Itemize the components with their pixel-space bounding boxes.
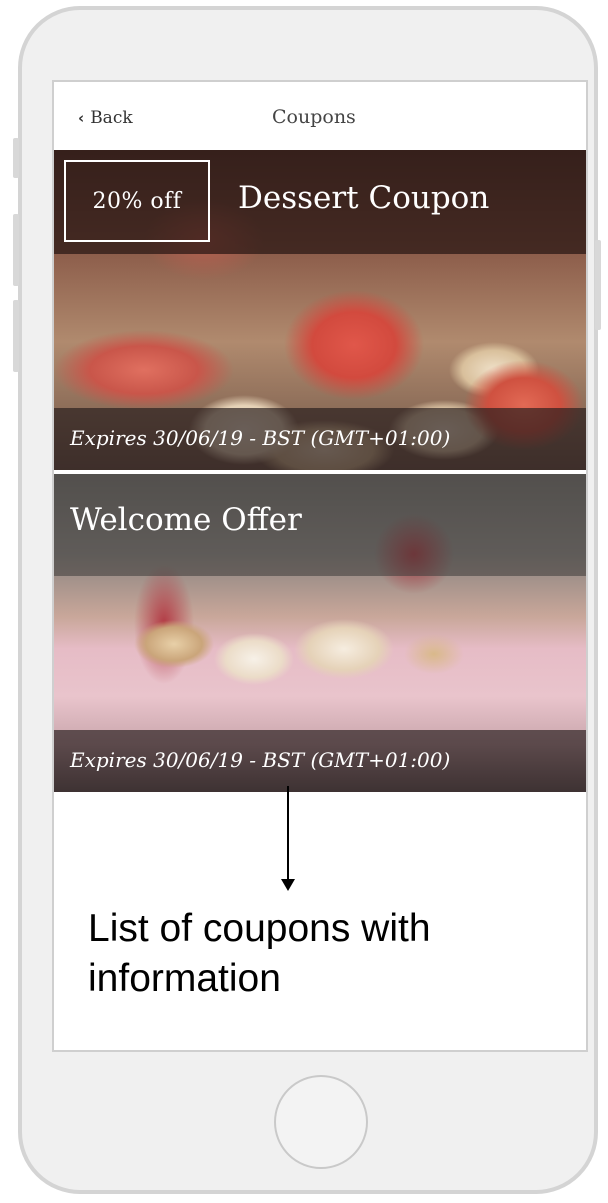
annotation-arrow-line xyxy=(287,786,289,882)
back-button[interactable]: ‹ Back xyxy=(78,108,133,128)
coupon-title: Dessert Coupon xyxy=(238,180,490,216)
volume-up-button xyxy=(13,214,19,286)
coupon-header: 20% off Dessert Coupon xyxy=(54,150,586,254)
coupon-expiry: Expires 30/06/19 - BST (GMT+01:00) xyxy=(70,748,451,772)
annotation-caption: List of coupons with information xyxy=(88,907,431,1000)
annotation-arrow-head xyxy=(281,879,295,891)
coupon-card-dessert[interactable]: 20% off Dessert Coupon Expires 30/06/19 … xyxy=(54,150,586,470)
back-label: Back xyxy=(90,108,133,128)
navigation-bar: ‹ Back Coupons xyxy=(54,82,586,150)
coupon-title: Welcome Offer xyxy=(70,502,302,538)
volume-down-button xyxy=(13,300,19,372)
coupon-card-welcome[interactable]: Welcome Offer Expires 30/06/19 - BST (GM… xyxy=(54,474,586,792)
page-title: Coupons xyxy=(272,106,356,128)
coupon-expiry: Expires 30/06/19 - BST (GMT+01:00) xyxy=(70,426,451,450)
home-button[interactable] xyxy=(274,1075,368,1169)
page: ‹ Back Coupons 20% off Dessert Coupon Ex… xyxy=(0,0,608,1203)
coupon-footer: Expires 30/06/19 - BST (GMT+01:00) xyxy=(54,408,586,470)
mute-switch xyxy=(13,138,19,178)
discount-badge: 20% off xyxy=(64,160,210,242)
chevron-left-icon: ‹ xyxy=(78,109,85,127)
power-button xyxy=(595,240,601,330)
coupon-footer: Expires 30/06/19 - BST (GMT+01:00) xyxy=(54,730,586,792)
coupon-header: Welcome Offer xyxy=(54,474,586,576)
